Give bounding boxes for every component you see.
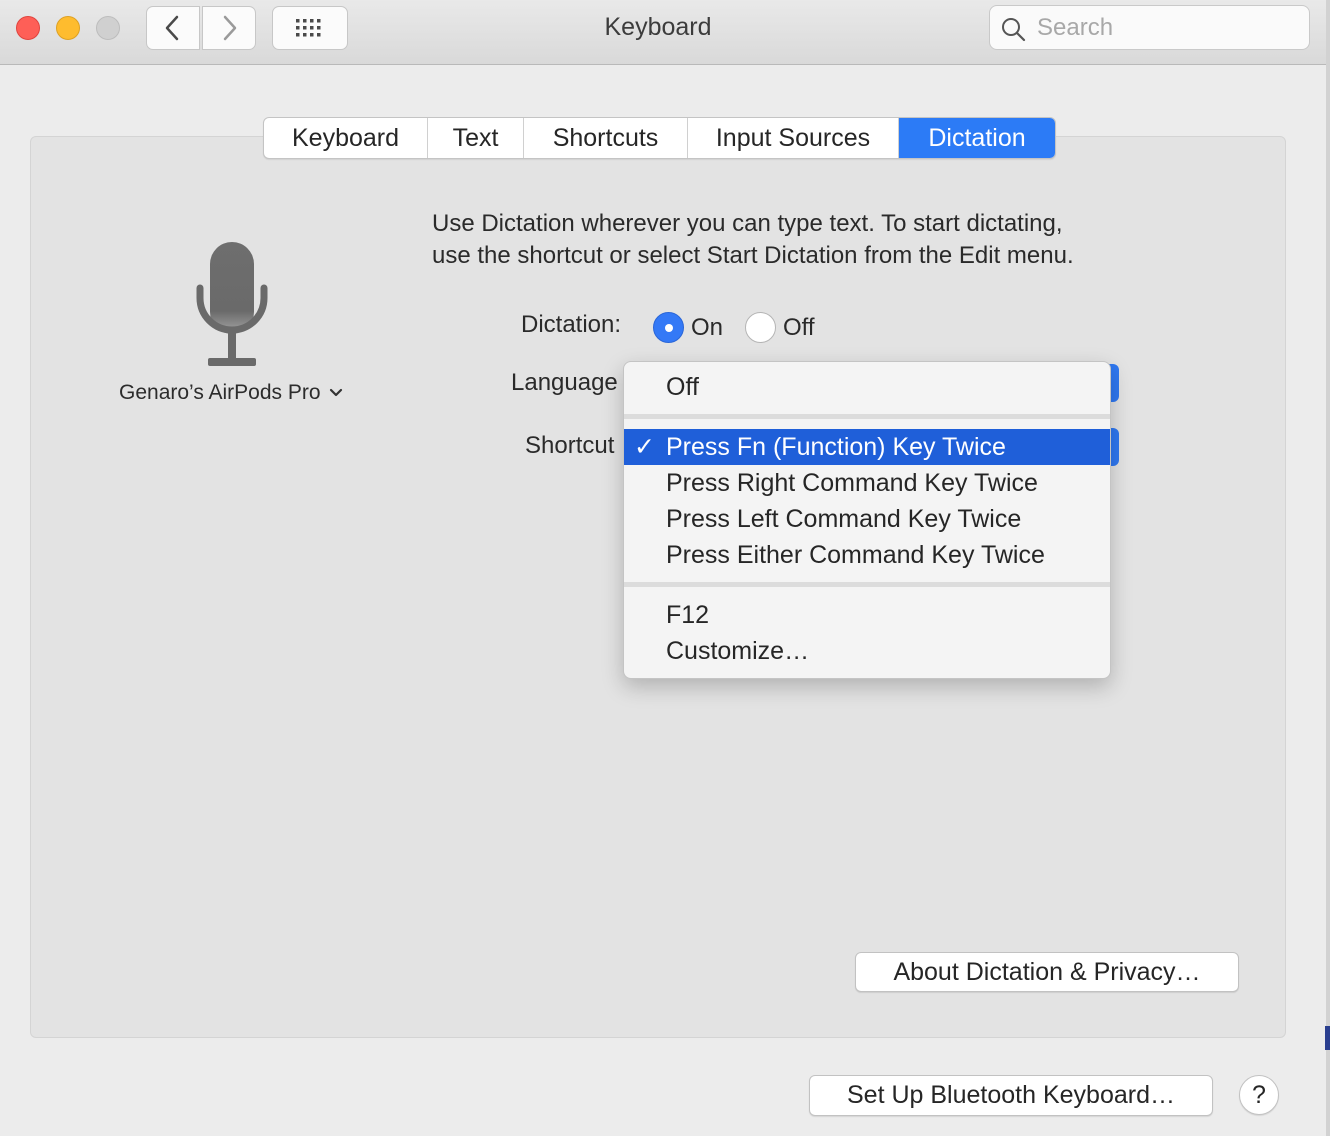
dictation-label: Dictation: bbox=[521, 311, 622, 338]
set-up-bluetooth-keyboard-button[interactable]: Set Up Bluetooth Keyboard… bbox=[809, 1075, 1213, 1116]
microphone-source-popup[interactable]: Genaro’s AirPods Pro bbox=[119, 381, 343, 405]
menu-item-off[interactable]: Off bbox=[624, 369, 1110, 405]
search-placeholder: Search bbox=[1037, 14, 1114, 41]
tab-shortcuts[interactable]: Shortcuts bbox=[524, 118, 688, 158]
tab-keyboard[interactable]: Keyboard bbox=[264, 118, 428, 158]
tab-dictation[interactable]: Dictation bbox=[899, 118, 1055, 158]
about-dictation-privacy-button[interactable]: About Dictation & Privacy… bbox=[855, 952, 1239, 992]
tab-input-sources[interactable]: Input Sources bbox=[688, 118, 899, 158]
menu-item-press-left-command-twice[interactable]: Press Left Command Key Twice bbox=[624, 501, 1110, 537]
title-bar: Keyboard Search bbox=[0, 0, 1326, 65]
menu-item-label: Press Fn (Function) Key Twice bbox=[666, 433, 1006, 461]
description-line-1: Use Dictation wherever you can type text… bbox=[432, 210, 1063, 237]
microphone-source-label: Genaro’s AirPods Pro bbox=[119, 381, 321, 404]
microphone-icon bbox=[190, 240, 274, 375]
menu-item-customize[interactable]: Customize… bbox=[624, 633, 1110, 669]
menu-item-f12[interactable]: F12 bbox=[624, 597, 1110, 633]
description-line-2: use the shortcut or select Start Dictati… bbox=[432, 242, 1074, 269]
checkmark-icon: ✓ bbox=[634, 433, 655, 461]
menu-separator bbox=[624, 582, 1110, 587]
shortcut-label: Shortcut bbox=[525, 432, 615, 459]
menu-separator bbox=[624, 414, 1110, 419]
dictation-description: Use Dictation wherever you can type text… bbox=[432, 208, 1074, 272]
search-icon bbox=[1002, 18, 1026, 42]
search-field[interactable]: Search bbox=[989, 5, 1310, 50]
menu-item-press-fn-twice[interactable]: ✓ Press Fn (Function) Key Twice bbox=[624, 429, 1110, 465]
dictation-on-radio[interactable] bbox=[653, 312, 684, 343]
window-edge bbox=[1326, 0, 1330, 1136]
tab-text[interactable]: Text bbox=[428, 118, 524, 158]
menu-item-press-right-command-twice[interactable]: Press Right Command Key Twice bbox=[624, 465, 1110, 501]
help-button[interactable]: ? bbox=[1239, 1075, 1279, 1115]
menu-item-press-either-command-twice[interactable]: Press Either Command Key Twice bbox=[624, 537, 1110, 573]
dictation-off-label[interactable]: Off bbox=[783, 314, 815, 342]
dictation-on-label[interactable]: On bbox=[691, 314, 723, 342]
dictation-off-radio[interactable] bbox=[745, 312, 776, 343]
tab-bar: Keyboard Text Shortcuts Input Sources Di… bbox=[263, 117, 1056, 159]
shortcut-menu: Off ✓ Press Fn (Function) Key Twice Pres… bbox=[623, 361, 1111, 679]
language-label: Language bbox=[511, 369, 618, 396]
chevron-down-icon bbox=[329, 388, 342, 397]
background-window-edge bbox=[1325, 1026, 1330, 1050]
